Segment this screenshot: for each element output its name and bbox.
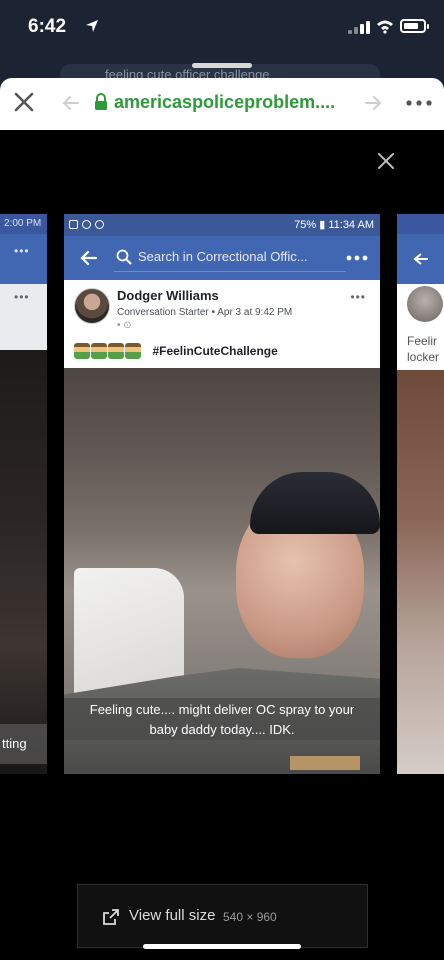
- prev-card-time: 2:00 PM: [4, 218, 42, 229]
- post-header: Dodger Williams Conversation Starter • A…: [64, 280, 380, 368]
- post-photo: Feeling cute.... might deliver OC spray …: [64, 368, 380, 774]
- wifi-icon: [377, 20, 393, 34]
- more-options-icon[interactable]: [406, 100, 432, 106]
- status-time: 6:42: [28, 16, 67, 37]
- fb-group-nav: Search in Correctional Offic...: [64, 236, 380, 280]
- view-full-size-label: View full size: [129, 907, 216, 924]
- post-privacy: • ⊙: [117, 320, 132, 331]
- lock-icon: [95, 93, 107, 110]
- next-image-card[interactable]: Feelir locker: [397, 214, 444, 774]
- fb-search-placeholder: Search in Correctional Offic...: [138, 249, 308, 264]
- image-dimensions: 540 × 960: [223, 910, 277, 924]
- previous-image-card[interactable]: 2:00 PM ••• ••• tting: [0, 214, 47, 774]
- battery-icon: [400, 19, 429, 33]
- author-avatar[interactable]: [74, 288, 110, 324]
- post-text: #FeelinCuteChallenge: [74, 342, 278, 362]
- fb-status-right: 75% ▮ 11:34 AM: [294, 219, 374, 231]
- next-card-avatar: [407, 286, 443, 322]
- hashtag-link[interactable]: #FeelinCuteChallenge: [152, 344, 277, 358]
- post-more-icon[interactable]: •••: [350, 290, 366, 304]
- uniform-nametag: [290, 756, 360, 770]
- close-icon[interactable]: [12, 90, 36, 114]
- search-icon: [116, 249, 132, 265]
- location-arrow-icon: [86, 20, 98, 32]
- emoji-row: [74, 342, 142, 359]
- caption-line-1: Feeling cute.... might deliver OC spray …: [89, 702, 355, 717]
- person-emoji-icon: [74, 342, 90, 359]
- fb-status-bar: 75% ▮ 11:34 AM: [64, 214, 380, 236]
- sheet-grab-handle[interactable]: [192, 63, 252, 68]
- external-link-icon: [103, 909, 119, 925]
- next-card-back-arrow-icon: [413, 253, 428, 265]
- next-card-photo: [397, 370, 444, 774]
- prev-card-more-icon: •••: [14, 244, 30, 258]
- author-name[interactable]: Dodger Williams: [117, 288, 219, 303]
- home-indicator[interactable]: [143, 944, 301, 949]
- fb-more-icon[interactable]: [346, 255, 368, 261]
- person-emoji-icon: [91, 342, 107, 359]
- prev-card-post-more-icon: •••: [14, 290, 30, 304]
- caption-line-2: baby daddy today.... IDK.: [149, 722, 295, 737]
- url-text[interactable]: americaspoliceproblem....: [114, 92, 335, 113]
- post-meta: Conversation Starter • Apr 3 at 9:42 PM: [117, 307, 293, 318]
- person-emoji-icon: [108, 342, 124, 359]
- viewer-close-icon[interactable]: [377, 152, 395, 170]
- view-full-size-button[interactable]: View full size 540 × 960: [77, 884, 368, 948]
- selfie-cap: [250, 472, 380, 534]
- prev-card-caption: tting: [2, 736, 27, 751]
- fb-group-search[interactable]: Search in Correctional Offic...: [114, 246, 346, 272]
- next-card-text-1: Feelir: [407, 334, 438, 348]
- browser-toolbar: americaspoliceproblem....: [0, 78, 444, 130]
- current-image-card[interactable]: 75% ▮ 11:34 AM Search in Correctional Of…: [64, 214, 380, 774]
- back-arrow-icon[interactable]: [62, 94, 80, 112]
- fb-back-arrow-icon[interactable]: [80, 249, 98, 267]
- cellular-signal-icon: [348, 20, 370, 34]
- status-bar: 6:42: [0, 0, 444, 60]
- prev-card-photo: [0, 350, 47, 774]
- next-card-text-2: locker: [407, 350, 440, 364]
- person-emoji-icon: [125, 342, 141, 359]
- forward-arrow-icon[interactable]: [364, 94, 382, 112]
- photo-caption: Feeling cute.... might deliver OC spray …: [64, 698, 380, 740]
